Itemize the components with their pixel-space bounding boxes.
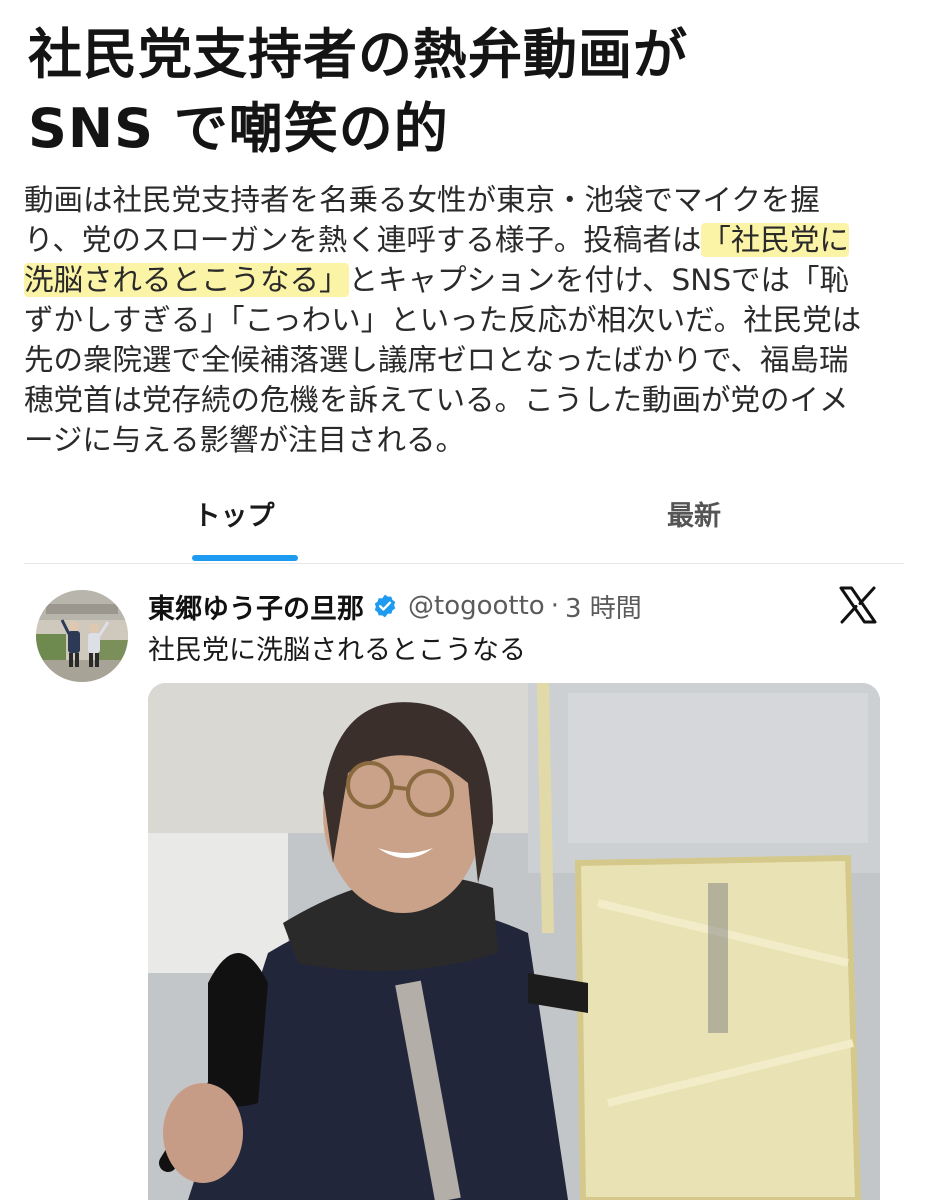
highlighted-quote: 洗脳されるとこうなる」 xyxy=(24,263,349,297)
x-logo-icon xyxy=(839,586,877,624)
tab-top[interactable]: トップ xyxy=(24,476,444,564)
headline-line-1: 社民党支持者の熱弁動画が xyxy=(28,23,688,86)
separator-dot: · xyxy=(550,591,559,621)
post-time[interactable]: 3 時間 xyxy=(565,588,642,625)
tweet-header: 東郷ゆう子の旦那 @togootto · 3 時間 xyxy=(148,586,642,626)
summary-line: 洗脳されるとこうなる」とキャプションを付け、SNSでは「恥 xyxy=(24,260,914,300)
summary-line: 動画は社民党支持者を名乗る女性が東京・池袋でマイクを握 xyxy=(24,183,820,217)
author-handle[interactable]: @togootto xyxy=(408,591,545,621)
tab-bar: トップ 最新 xyxy=(24,476,904,564)
tweet-text: 社民党に洗脳されるとこうなる xyxy=(148,635,526,666)
verified-badge-icon xyxy=(374,594,396,618)
summary-text: とキャプションを付け、SNSでは「恥 xyxy=(348,263,850,297)
tweet-video[interactable] xyxy=(148,683,880,1200)
video-thumbnail xyxy=(148,683,880,1200)
article-headline: 社民党支持者の熱弁動画が SNS で嘲笑の的 xyxy=(28,18,908,166)
author-name[interactable]: 東郷ゆう子の旦那 xyxy=(148,587,364,626)
headline-line-2: SNS で嘲笑の的 xyxy=(28,97,449,160)
active-tab-indicator xyxy=(192,555,298,561)
summary-line: り、党のスローガンを熱く連呼する様子。投稿者は「社民党に xyxy=(24,220,914,260)
summary-line: ージに与える影響が注目される。 xyxy=(24,423,466,457)
article-summary: 動画は社民党支持者を名乗る女性が東京・池袋でマイクを握 り、党のスローガンを熱く… xyxy=(24,180,914,460)
highlighted-quote: 「社民党に xyxy=(701,223,849,257)
avatar[interactable] xyxy=(36,590,128,682)
summary-line: 穂党首は党存続の危機を訴えている。こうした動画が党のイメ xyxy=(24,383,849,417)
summary-text: り、党のスローガンを熱く連呼する様子。投稿者は xyxy=(24,223,702,257)
summary-line: ずかしすぎる」「こっわい」といった反応が相次いだ。社民党は xyxy=(24,303,862,337)
avatar-photo xyxy=(36,590,128,682)
summary-line: 先の衆院選で全候補落選し議席ゼロとなったばかりで、福島瑞 xyxy=(24,343,849,377)
tab-latest[interactable]: 最新 xyxy=(484,476,904,564)
